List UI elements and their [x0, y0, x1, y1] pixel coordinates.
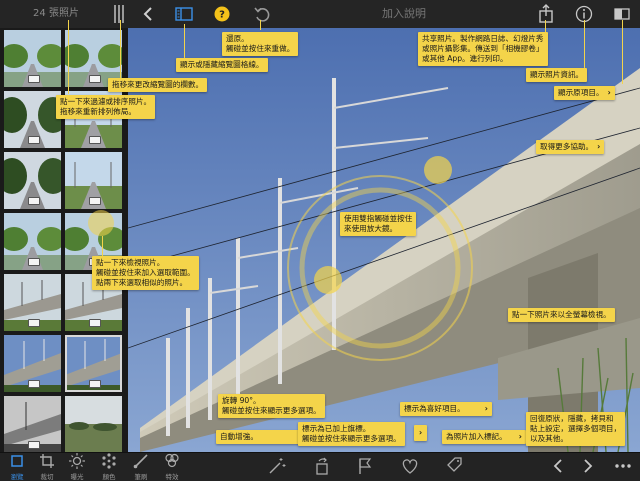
share-icon[interactable] — [534, 2, 558, 26]
svg-text:?: ? — [219, 10, 225, 21]
camera-icon — [89, 319, 101, 327]
callout-more-options: 回復原狀，隱藏，拷貝和 貼上設定，選擇多個項目， 以及其他。 — [526, 412, 626, 446]
grid-resize-handle-icon[interactable] — [112, 5, 126, 23]
thumbnail[interactable] — [4, 396, 61, 452]
chevron-right-icon: › — [518, 432, 522, 441]
tool-crop[interactable]: 裁切 — [32, 452, 62, 481]
callout-flag[interactable]: 標示為已加上旗標。 觸碰並按住來顯示更多選項。 — [298, 422, 405, 446]
crop-icon — [40, 454, 54, 468]
chevron-left-icon[interactable] — [136, 2, 160, 26]
callout-favorite[interactable]: 標示為喜好項目。 › — [400, 402, 492, 416]
camera-icon — [89, 197, 101, 205]
sidebar-toggle-icon[interactable] — [172, 2, 196, 26]
camera-icon — [89, 136, 101, 144]
chevron-right-icon: › — [419, 428, 423, 437]
thumbnail[interactable] — [4, 213, 61, 270]
callout-rotate: 旋轉 90°。 觸碰並按住來顯示更多選項。 — [218, 394, 325, 418]
photo-count: 24 張照片 — [33, 8, 79, 19]
help-icon[interactable]: ? — [210, 2, 234, 26]
tool-effects[interactable]: 特效 — [157, 452, 187, 481]
rotate-icon[interactable] — [310, 455, 334, 477]
tool-brush[interactable]: 筆刷 — [126, 452, 156, 481]
camera-icon — [28, 441, 40, 449]
chevron-right-icon: › — [607, 88, 611, 97]
tool-browse[interactable]: 瀏覽 — [2, 452, 32, 481]
tap-hint-indicator — [88, 210, 114, 236]
brush-icon — [133, 454, 148, 469]
thumbnail[interactable] — [4, 152, 61, 209]
callout-two-finger: 使用雙指觸碰並按住 來使用放大鏡。 — [340, 212, 417, 236]
callout-more-help[interactable]: 取得更多協助。 › — [536, 140, 605, 154]
camera-icon — [28, 136, 40, 144]
auto-enhance-icon[interactable] — [264, 455, 288, 477]
thumbnail[interactable] — [4, 30, 61, 87]
camera-icon — [89, 75, 101, 83]
color-icon — [102, 453, 116, 469]
exposure-icon — [69, 453, 85, 469]
chevron-right-icon: › — [484, 404, 488, 413]
page-title[interactable]: 加入說明 — [340, 0, 468, 28]
next-photo-icon[interactable] — [578, 455, 598, 477]
camera-icon — [28, 258, 40, 266]
camera-icon — [89, 380, 101, 388]
callout-show-original[interactable]: 顯示原項目。 › — [554, 86, 615, 100]
tool-color[interactable]: 顏色 — [94, 452, 124, 481]
tag-icon[interactable] — [442, 455, 466, 477]
callout-tap-view: 點一下來檢視照片。 觸碰並按住來加入選取範圍。 點兩下來選取相似的照片。 — [92, 256, 199, 290]
callout-tag[interactable]: 為照片加入標記。 › — [442, 430, 526, 444]
camera-icon — [28, 75, 40, 83]
camera-icon — [28, 319, 40, 327]
callout-share: 共享照片。製作網路日誌、幻燈片秀 或照片攝影集。傳送到「相機膠卷」 或其他 App。… — [418, 32, 548, 66]
thumbnail[interactable] — [65, 152, 122, 209]
thumbnail[interactable] — [4, 274, 61, 331]
callout-fullscreen: 點一下照片來以全螢幕檢視。 — [508, 308, 615, 322]
heart-icon[interactable] — [398, 455, 422, 477]
flag-icon[interactable] — [352, 455, 376, 477]
callout-info: 顯示照片資訊。 — [526, 68, 588, 82]
undo-icon[interactable] — [250, 2, 274, 26]
callout-auto-enhance[interactable]: 自動增強。› — [216, 430, 312, 444]
thumbnail[interactable] — [4, 335, 61, 392]
previous-photo-icon[interactable] — [548, 455, 568, 477]
camera-icon — [28, 380, 40, 388]
thumbnail[interactable] — [4, 91, 61, 148]
chevron-right-icon: › — [597, 142, 601, 151]
flag-more-arrow[interactable]: › — [414, 425, 428, 441]
thumbnail-selected[interactable] — [65, 335, 122, 392]
callout-revert: 還原。 觸碰並按住來重做。 — [222, 32, 299, 56]
callout-show-grid: 顯示或隱藏縮覽圖格線。 — [176, 58, 268, 72]
browse-icon — [11, 455, 23, 467]
callout-drag-columns: 拖移來更改縮覽圖的欄數。 — [108, 78, 208, 92]
more-options-icon[interactable] — [610, 455, 636, 477]
effects-icon — [165, 453, 179, 468]
callout-tap-filter: 點一下來過濾或排序照片。 拖移來重新排列佈局。 — [56, 95, 156, 119]
thumbnail[interactable] — [65, 396, 122, 452]
tool-exposure[interactable]: 曝光 — [62, 452, 92, 481]
camera-icon — [28, 197, 40, 205]
